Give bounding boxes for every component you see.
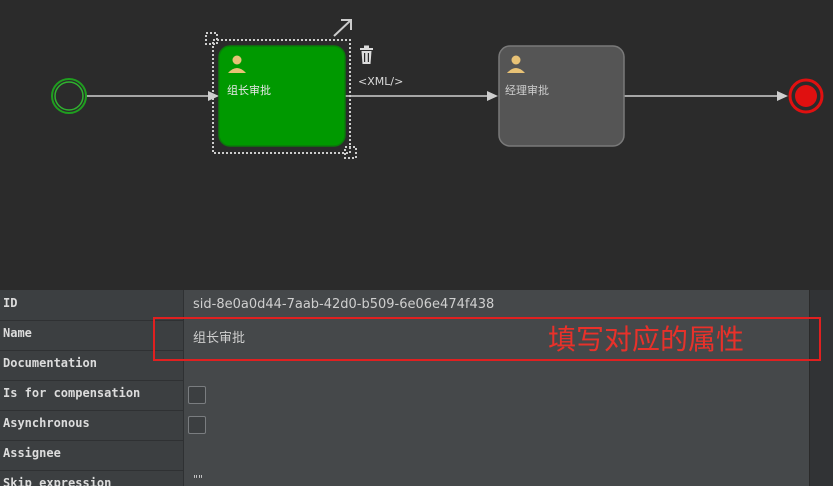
- property-label: Assignee: [3, 446, 61, 460]
- expand-arrow-icon[interactable]: [333, 19, 352, 37]
- annotation-text: 填写对应的属性: [548, 323, 745, 356]
- process-diagram: [51, 19, 824, 159]
- asynchronous-cell: [183, 410, 809, 440]
- asynchronous-checkbox[interactable]: [188, 416, 206, 434]
- property-row-skip-expression: Skip expression "": [0, 470, 809, 486]
- property-row-asynchronous: Asynchronous: [0, 410, 809, 441]
- task-label-manager: 经理审批: [505, 84, 549, 97]
- property-row-compensation: Is for compensation: [0, 380, 809, 411]
- end-event[interactable]: [788, 78, 824, 114]
- xml-view-link[interactable]: <XML/>: [358, 75, 403, 88]
- skip-expression-field[interactable]: "": [183, 470, 809, 486]
- flow-task1-to-task2[interactable]: [345, 91, 498, 101]
- property-row-assignee: Assignee: [0, 440, 809, 471]
- task-label-group-leader: 组长审批: [227, 84, 271, 97]
- property-label: Is for compensation: [3, 386, 141, 400]
- process-canvas[interactable]: 组长审批 经理审批 <XML/>: [0, 0, 833, 284]
- compensation-checkbox[interactable]: [188, 386, 206, 404]
- property-label: ID: [3, 296, 18, 310]
- panel-splitter[interactable]: [0, 283, 833, 290]
- start-event[interactable]: [51, 78, 87, 114]
- assignee-field[interactable]: [183, 440, 809, 470]
- trash-icon[interactable]: [360, 45, 373, 65]
- compensation-cell: [183, 380, 809, 410]
- flow-task2-to-end[interactable]: [624, 91, 788, 101]
- flow-start-to-task1[interactable]: [86, 91, 219, 101]
- id-value: sid-8e0a0d44-7aab-42d0-b509-6e06e474f438: [193, 297, 495, 312]
- property-label: Asynchronous: [3, 416, 90, 430]
- property-label: Name: [3, 326, 32, 340]
- id-field[interactable]: sid-8e0a0d44-7aab-42d0-b509-6e06e474f438: [183, 290, 809, 320]
- property-label: Skip expression: [3, 476, 112, 486]
- property-label: Documentation: [3, 356, 97, 370]
- skip-expression-value: "": [193, 473, 204, 486]
